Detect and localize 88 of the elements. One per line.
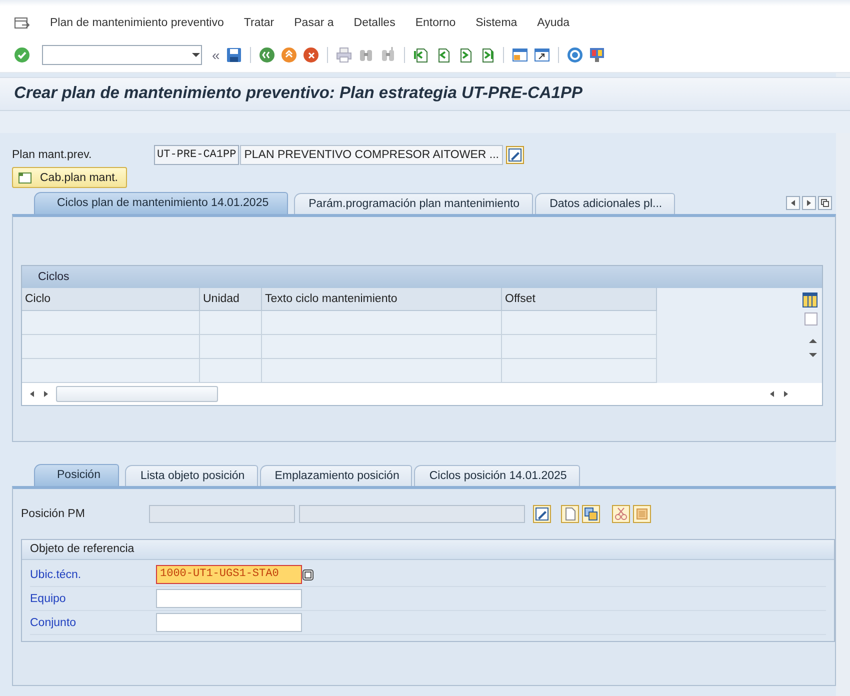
new-document-icon: [563, 507, 577, 521]
table-cell[interactable]: [262, 359, 502, 383]
window-title: Crear plan de mantenimiento preventivo: Plan estrategia UT-PRE-CA1PP: [0, 78, 850, 111]
edit-icon: [508, 148, 522, 162]
table-cell[interactable]: [200, 359, 262, 383]
exit-icon[interactable]: [280, 47, 297, 63]
menu-item[interactable]: Detalles: [354, 17, 396, 29]
menu-item[interactable]: Entorno: [415, 17, 456, 29]
table-cell[interactable]: [502, 359, 657, 383]
tab-list-button[interactable]: [818, 196, 832, 210]
enter-icon[interactable]: [14, 47, 30, 63]
back-icon[interactable]: [258, 47, 275, 63]
command-field[interactable]: [42, 45, 202, 65]
column-header[interactable]: Ciclo: [22, 288, 200, 311]
table-title: Ciclos: [22, 266, 822, 288]
edit-icon: [535, 507, 549, 521]
field-label[interactable]: Conjunto: [30, 616, 156, 628]
help-icon[interactable]: [566, 47, 583, 63]
print-icon[interactable]: [336, 47, 352, 63]
tab[interactable]: Lista objeto posición: [125, 465, 258, 486]
collapse-button[interactable]: «: [212, 47, 220, 63]
cancel-icon[interactable]: [302, 47, 319, 63]
new-document-button[interactable]: [561, 505, 579, 523]
table-cell[interactable]: [22, 311, 200, 335]
tab-list-icon: [820, 198, 830, 208]
input-field[interactable]: [156, 613, 302, 632]
tab[interactable]: Datos adicionales pl...: [534, 193, 676, 214]
scroll-left-icon[interactable]: [768, 389, 776, 399]
table-cell[interactable]: [200, 335, 262, 359]
delete-icon: [635, 507, 649, 521]
cut-icon: [614, 507, 628, 521]
tab[interactable]: Parám.programación plan mantenimiento: [294, 193, 533, 214]
field-label: Plan mant.prev.: [12, 149, 93, 161]
menu-item[interactable]: Ayuda: [537, 17, 570, 29]
group-title: Objeto de referencia: [22, 540, 834, 560]
scroll-left-icon[interactable]: [28, 389, 36, 399]
menu-icon[interactable]: [14, 16, 30, 30]
table-cell[interactable]: [22, 359, 200, 383]
table-cell[interactable]: [22, 335, 200, 359]
scroll-down-icon[interactable]: [808, 350, 818, 360]
field-label: Posición PM: [21, 508, 86, 520]
table-cell[interactable]: [262, 335, 502, 359]
table-cell[interactable]: [262, 311, 502, 335]
field-label[interactable]: Equipo: [30, 592, 156, 604]
scrollbar-thumb[interactable]: [56, 386, 218, 402]
menu-item[interactable]: Pasar a: [294, 17, 334, 29]
input-field[interactable]: 1000-UT1-UGS1-STA0: [156, 565, 302, 584]
find-next-icon[interactable]: [380, 47, 396, 63]
copy-icon: [584, 507, 598, 521]
plan-number-field[interactable]: UT-PRE-CA1PP: [154, 145, 240, 165]
table-cell[interactable]: [502, 311, 657, 335]
dropdown-icon[interactable]: [191, 50, 201, 60]
scroll-left-button[interactable]: [786, 196, 800, 210]
save-icon[interactable]: [226, 47, 242, 63]
scroll-up-icon[interactable]: [808, 336, 818, 346]
select-all-icon[interactable]: [804, 312, 818, 326]
tab[interactable]: Emplazamiento posición: [260, 465, 412, 486]
column-header[interactable]: Unidad: [200, 288, 262, 311]
column-header[interactable]: Texto ciclo mantenimiento: [262, 288, 502, 311]
table-cell[interactable]: [502, 335, 657, 359]
shortcut-icon[interactable]: [534, 47, 550, 63]
scroll-right-button[interactable]: [802, 196, 816, 210]
cut-button[interactable]: [612, 505, 630, 523]
field-label[interactable]: Ubic.técn.: [30, 568, 156, 580]
menu-item[interactable]: Tratar: [244, 17, 274, 29]
value-help-icon[interactable]: [302, 568, 314, 580]
scroll-right-icon[interactable]: [42, 389, 50, 399]
delete-button[interactable]: [633, 505, 651, 523]
copy-button[interactable]: [582, 505, 600, 523]
table-settings-icon[interactable]: [802, 292, 818, 308]
find-icon[interactable]: [358, 47, 374, 63]
scroll-right-icon[interactable]: [782, 389, 790, 399]
menu-item[interactable]: Plan de mantenimiento preventivo: [50, 17, 224, 29]
header-button[interactable]: Cab.plan mant.: [12, 167, 127, 188]
input-field[interactable]: [156, 589, 302, 608]
menu-item[interactable]: Sistema: [476, 17, 518, 29]
plan-description-field: PLAN PREVENTIVO COMPRESOR AITOWER ...: [240, 145, 503, 165]
edit-button[interactable]: [533, 505, 551, 523]
table-cell[interactable]: [200, 311, 262, 335]
first-page-icon[interactable]: [412, 47, 429, 63]
tab[interactable]: Ciclos posición 14.01.2025: [414, 465, 580, 486]
edit-button[interactable]: [506, 146, 524, 164]
layout-icon[interactable]: [588, 47, 605, 63]
tab[interactable]: Ciclos plan de mantenimiento 14.01.2025: [34, 192, 288, 214]
header-icon: [18, 170, 32, 184]
tab[interactable]: Posición: [34, 464, 120, 486]
column-header[interactable]: Offset: [502, 288, 657, 311]
new-window-icon[interactable]: [512, 47, 528, 63]
